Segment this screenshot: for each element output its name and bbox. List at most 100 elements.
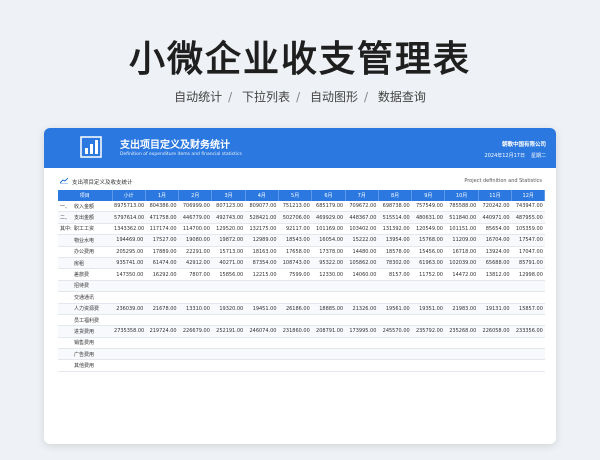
table-cell[interactable]: 1343362.00 bbox=[112, 223, 146, 236]
table-cell[interactable]: 85654.00 bbox=[478, 223, 512, 236]
table-cell[interactable]: 14480.00 bbox=[345, 246, 379, 258]
table-cell[interactable]: 108743.00 bbox=[278, 257, 312, 270]
table-cell[interactable] bbox=[311, 291, 346, 304]
table-cell[interactable]: 935741.00 bbox=[112, 257, 146, 270]
column-header[interactable]: 12月 bbox=[511, 190, 546, 201]
table-cell[interactable]: 18163.00 bbox=[245, 246, 279, 258]
table-cell[interactable]: 18578.00 bbox=[378, 246, 412, 258]
table-cell[interactable] bbox=[278, 280, 312, 293]
table-cell[interactable]: 15713.00 bbox=[211, 246, 246, 258]
table-cell[interactable]: 16718.00 bbox=[444, 246, 479, 258]
table-cell[interactable] bbox=[444, 314, 479, 327]
table-cell[interactable]: 11752.00 bbox=[411, 268, 445, 281]
table-cell[interactable]: 446779.00 bbox=[178, 211, 212, 224]
table-cell[interactable]: 720242.00 bbox=[478, 201, 512, 213]
row-item-label[interactable]: 广告费用 bbox=[72, 348, 113, 361]
column-header[interactable]: 项目 bbox=[58, 190, 113, 201]
table-cell[interactable]: 105862.00 bbox=[345, 257, 379, 270]
table-cell[interactable]: 11209.00 bbox=[444, 234, 479, 247]
table-cell[interactable] bbox=[211, 348, 246, 361]
table-cell[interactable] bbox=[378, 337, 412, 350]
table-cell[interactable] bbox=[345, 291, 379, 304]
table-cell[interactable]: 19561.00 bbox=[378, 303, 412, 315]
table-cell[interactable] bbox=[178, 314, 212, 327]
row-item-label[interactable]: 房租 bbox=[72, 257, 113, 270]
table-cell[interactable] bbox=[478, 359, 512, 372]
table-cell[interactable] bbox=[478, 314, 512, 327]
table-cell[interactable] bbox=[145, 359, 179, 372]
table-cell[interactable]: 19080.00 bbox=[178, 234, 212, 247]
table-cell[interactable] bbox=[378, 348, 412, 361]
table-cell[interactable] bbox=[278, 359, 312, 372]
table-cell[interactable]: 12998.00 bbox=[511, 268, 545, 281]
row-item-label[interactable]: 进货费用 bbox=[72, 325, 113, 338]
table-cell[interactable]: 18885.00 bbox=[311, 303, 346, 315]
table-cell[interactable]: 13310.00 bbox=[178, 303, 212, 315]
table-cell[interactable] bbox=[311, 337, 346, 350]
table-cell[interactable] bbox=[211, 291, 246, 304]
table-cell[interactable]: 17547.00 bbox=[511, 234, 545, 247]
table-cell[interactable] bbox=[112, 314, 146, 327]
column-header[interactable]: 6月 bbox=[311, 190, 346, 201]
table-cell[interactable]: 7599.00 bbox=[278, 268, 312, 281]
table-cell[interactable] bbox=[378, 291, 412, 304]
table-cell[interactable] bbox=[278, 314, 312, 327]
row-item-label[interactable]: 其他费用 bbox=[72, 359, 113, 372]
table-cell[interactable] bbox=[411, 291, 445, 304]
table-cell[interactable]: 528421.00 bbox=[245, 211, 279, 224]
table-cell[interactable]: 698738.00 bbox=[378, 201, 412, 213]
table-cell[interactable]: 78302.00 bbox=[378, 257, 412, 270]
table-cell[interactable]: 471758.00 bbox=[145, 211, 179, 224]
table-cell[interactable]: 65688.00 bbox=[478, 257, 512, 270]
table-cell[interactable]: 14060.00 bbox=[345, 268, 379, 281]
table-cell[interactable] bbox=[245, 314, 279, 327]
table-cell[interactable]: 17889.00 bbox=[145, 246, 179, 258]
row-item-label[interactable]: 差旅费 bbox=[72, 268, 113, 281]
table-cell[interactable] bbox=[478, 337, 512, 350]
table-cell[interactable]: 17378.00 bbox=[311, 246, 346, 258]
table-cell[interactable] bbox=[211, 359, 246, 372]
table-cell[interactable] bbox=[278, 348, 312, 361]
table-cell[interactable]: 807123.00 bbox=[211, 201, 246, 213]
table-cell[interactable] bbox=[112, 337, 146, 350]
table-cell[interactable]: 502706.00 bbox=[278, 211, 312, 224]
table-cell[interactable]: 17047.00 bbox=[511, 246, 545, 258]
table-cell[interactable] bbox=[112, 348, 146, 361]
table-cell[interactable] bbox=[411, 348, 445, 361]
table-cell[interactable]: 226679.00 bbox=[178, 325, 212, 338]
row-item-label[interactable]: 招待费 bbox=[72, 280, 113, 293]
row-item-label[interactable]: 物业水电 bbox=[72, 234, 113, 247]
table-cell[interactable] bbox=[211, 280, 246, 293]
table-cell[interactable]: 40271.00 bbox=[211, 257, 246, 270]
table-cell[interactable] bbox=[178, 348, 212, 361]
table-cell[interactable]: 13954.00 bbox=[378, 234, 412, 247]
table-cell[interactable]: 15768.00 bbox=[411, 234, 445, 247]
row-item-label[interactable]: 办公费用 bbox=[72, 246, 113, 258]
table-cell[interactable]: 19872.00 bbox=[211, 234, 246, 247]
table-cell[interactable] bbox=[311, 314, 346, 327]
table-cell[interactable]: 743947.00 bbox=[511, 201, 545, 213]
table-cell[interactable]: 26186.00 bbox=[278, 303, 312, 315]
table-cell[interactable]: 757549.00 bbox=[411, 201, 445, 213]
table-cell[interactable] bbox=[211, 337, 246, 350]
table-cell[interactable]: 12989.00 bbox=[245, 234, 279, 247]
table-cell[interactable]: 15456.00 bbox=[411, 246, 445, 258]
row-item-label[interactable]: 交通通讯 bbox=[72, 291, 113, 304]
table-cell[interactable]: 208791.00 bbox=[311, 325, 346, 338]
table-cell[interactable] bbox=[378, 314, 412, 327]
table-cell[interactable]: 469929.00 bbox=[311, 211, 346, 224]
table-cell[interactable] bbox=[411, 280, 445, 293]
table-cell[interactable] bbox=[378, 359, 412, 372]
table-cell[interactable]: 15222.00 bbox=[345, 234, 379, 247]
row-item-label[interactable]: 职工工资 bbox=[72, 223, 113, 236]
table-cell[interactable] bbox=[378, 280, 412, 293]
table-cell[interactable] bbox=[311, 348, 346, 361]
table-cell[interactable]: 226058.00 bbox=[478, 325, 512, 338]
row-item-label[interactable]: 员工福利费 bbox=[72, 314, 113, 327]
table-cell[interactable]: 129520.00 bbox=[211, 223, 246, 236]
table-cell[interactable]: 120549.00 bbox=[411, 223, 445, 236]
table-cell[interactable] bbox=[112, 359, 146, 372]
table-cell[interactable] bbox=[178, 337, 212, 350]
table-cell[interactable] bbox=[478, 348, 512, 361]
column-header[interactable]: 10月 bbox=[444, 190, 479, 201]
